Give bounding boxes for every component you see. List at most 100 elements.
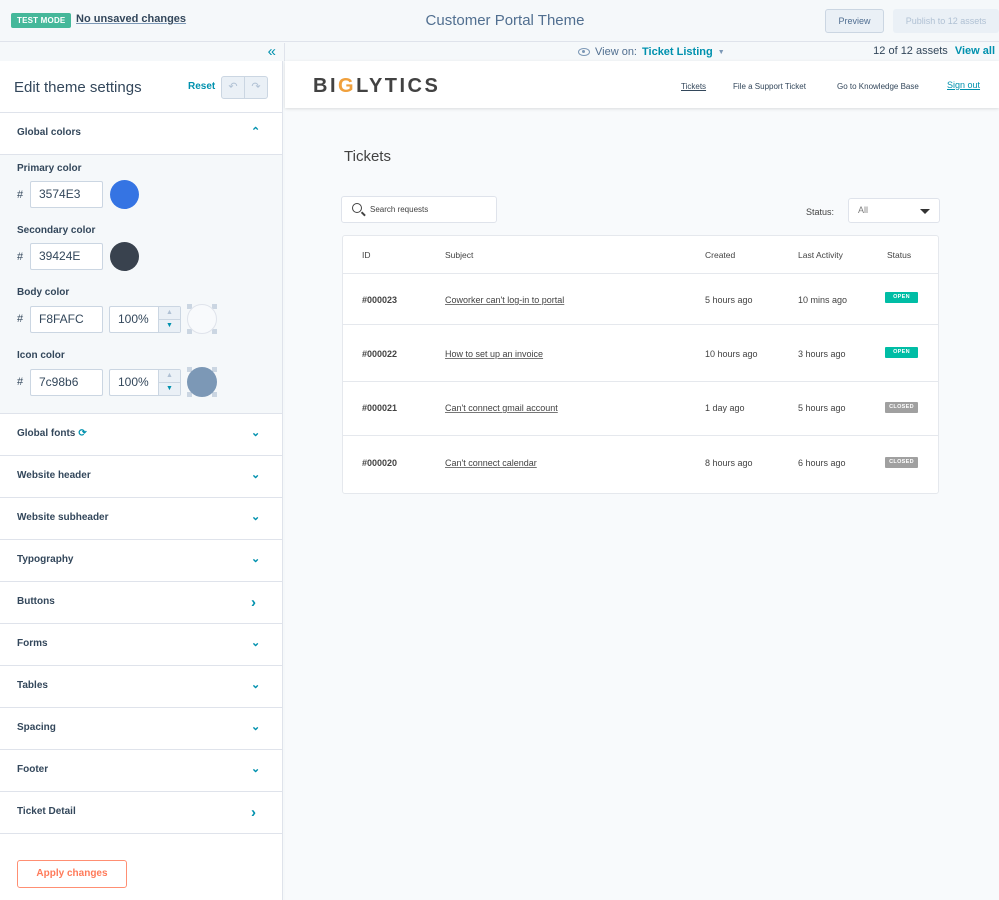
opacity-value[interactable]: 100% [110, 370, 158, 395]
nav-file-ticket-link[interactable]: File a Support Ticket [733, 82, 806, 91]
section-forms[interactable]: Forms [0, 624, 282, 666]
undo-icon[interactable]: ↶ [222, 77, 245, 98]
icon-color-input[interactable]: 7c98b6 [30, 368, 103, 396]
caret-down-icon [920, 209, 930, 214]
apply-changes-button[interactable]: Apply changes [17, 860, 127, 888]
field-label: Primary color [17, 163, 82, 174]
body-color-field: Body color # F8FAFC 100% ▲ ▼ [17, 287, 217, 334]
stepper-up-icon[interactable]: ▲ [159, 370, 180, 382]
section-label: Website header [17, 470, 91, 481]
ticket-id: #000022 [362, 349, 398, 359]
preview-button[interactable]: Preview [825, 9, 884, 33]
section-website-header[interactable]: Website header [0, 456, 282, 498]
icon-opacity-input[interactable]: 100% ▲ ▼ [109, 368, 181, 396]
section-label: Ticket Detail [17, 806, 76, 817]
section-global-fonts[interactable]: Global fonts ⟳ [0, 414, 282, 456]
primary-color-input[interactable]: 3574E3 [30, 181, 103, 208]
chevron-down-icon[interactable] [251, 720, 260, 733]
section-website-subheader[interactable]: Website subheader [0, 498, 282, 540]
undo-redo-group: ↶ ↷ [221, 76, 268, 99]
table-row: #000022 How to set up an invoice 10 hour… [343, 325, 938, 382]
section-ticket-detail[interactable]: Ticket Detail [0, 792, 282, 834]
section-global-colors: Global colors Primary color # 3574E3 Sec… [0, 113, 282, 414]
redo-icon[interactable]: ↷ [245, 77, 267, 98]
section-label: Typography [17, 554, 74, 565]
opacity-value[interactable]: 100% [110, 307, 158, 332]
asset-count: 12 of 12 assets View all [873, 45, 995, 57]
ticket-id: #000020 [362, 458, 398, 468]
secondary-color-input[interactable]: 39424E [30, 243, 103, 270]
global-colors-panel: Primary color # 3574E3 Secondary color #… [0, 154, 282, 413]
ticket-subject-link[interactable]: How to set up an invoice [445, 349, 543, 359]
sidebar-toolbar: « [0, 43, 285, 61]
secondary-color-swatch[interactable] [110, 242, 139, 271]
ticket-subject-link[interactable]: Coworker can't log-in to portal [445, 295, 564, 305]
view-on-label: View on: [595, 46, 637, 58]
asset-count-text: 12 of 12 assets [873, 45, 948, 57]
primary-color-swatch[interactable] [110, 180, 139, 209]
body-opacity-input[interactable]: 100% ▲ ▼ [109, 305, 181, 333]
ticket-created: 8 hours ago [705, 458, 753, 468]
chevron-down-icon[interactable] [251, 762, 260, 775]
stepper-up-icon[interactable]: ▲ [159, 307, 180, 319]
section-label: Global fonts [17, 428, 76, 439]
ticket-last-activity: 6 hours ago [798, 458, 846, 468]
chevron-down-icon[interactable] [251, 468, 260, 481]
sync-icon: ⟳ [78, 428, 87, 439]
page-title: Tickets [344, 148, 391, 165]
status-filter-label: Status: [806, 207, 835, 217]
chevron-down-icon[interactable] [251, 636, 260, 649]
col-last-activity: Last Activity [798, 250, 843, 260]
sign-out-link[interactable]: Sign out [947, 80, 980, 90]
ticket-id: #000023 [362, 295, 398, 305]
ticket-subject-link[interactable]: Can't connect gmail account [445, 403, 558, 413]
publish-button[interactable]: Publish to 12 assets [893, 9, 999, 33]
status-badge: CLOSED [885, 457, 918, 468]
chevron-up-icon[interactable] [251, 125, 260, 138]
section-spacing[interactable]: Spacing [0, 708, 282, 750]
section-tables[interactable]: Tables [0, 666, 282, 708]
section-typography[interactable]: Typography [0, 540, 282, 582]
nav-knowledge-base-link[interactable]: Go to Knowledge Base [837, 82, 919, 91]
biglytics-logo[interactable]: BIGLYTICS [313, 75, 440, 98]
caret-down-icon: ▼ [717, 48, 725, 56]
status-badge: OPEN [885, 347, 918, 358]
top-bar: TEST MODE No unsaved changes Customer Po… [0, 0, 999, 42]
view-all-link[interactable]: View all [955, 45, 995, 57]
table-row: #000021 Can't connect gmail account 1 da… [343, 382, 938, 436]
field-label: Icon color [17, 350, 65, 361]
theme-settings-sidebar: Edit theme settings Reset ↶ ↷ Global col… [0, 61, 283, 900]
sidebar-header: Edit theme settings Reset ↶ ↷ [0, 61, 282, 113]
table-row: #000020 Can't connect calendar 8 hours a… [343, 436, 938, 493]
section-label: Website subheader [17, 512, 109, 523]
section-buttons[interactable]: Buttons [0, 582, 282, 624]
opacity-stepper[interactable]: ▲ ▼ [158, 306, 180, 332]
chevron-down-icon[interactable] [251, 426, 260, 439]
chevron-down-icon[interactable] [251, 552, 260, 565]
chevron-down-icon[interactable] [251, 678, 260, 691]
section-global-colors-header[interactable]: Global colors [0, 113, 282, 154]
icon-color-swatch[interactable] [187, 367, 217, 397]
icon-color-field: Icon color # 7c98b6 100% ▲ ▼ [17, 350, 217, 397]
search-placeholder: Search requests [370, 205, 429, 214]
chevron-right-icon[interactable] [251, 804, 256, 821]
chevron-right-icon[interactable] [251, 594, 256, 611]
stepper-down-icon[interactable]: ▼ [159, 318, 180, 332]
ticket-subject-link[interactable]: Can't connect calendar [445, 458, 537, 468]
body-color-swatch[interactable] [187, 304, 217, 334]
section-footer[interactable]: Footer [0, 750, 282, 792]
collapse-sidebar-icon[interactable]: « [268, 43, 276, 60]
ticket-id: #000021 [362, 403, 398, 413]
view-on-selector[interactable]: View on: Ticket Listing ▼ [578, 46, 725, 58]
reset-button[interactable]: Reset [188, 81, 215, 92]
ticket-last-activity: 10 mins ago [798, 295, 848, 305]
search-requests-input[interactable]: Search requests [341, 196, 497, 223]
status-filter-select[interactable]: All [848, 198, 940, 223]
section-label: Global colors [17, 127, 81, 138]
nav-tickets-link[interactable]: Tickets [681, 82, 706, 91]
stepper-down-icon[interactable]: ▼ [159, 381, 180, 395]
body-color-input[interactable]: F8FAFC [30, 305, 103, 333]
opacity-stepper[interactable]: ▲ ▼ [158, 369, 180, 395]
view-on-value[interactable]: Ticket Listing [642, 46, 713, 58]
chevron-down-icon[interactable] [251, 510, 260, 523]
